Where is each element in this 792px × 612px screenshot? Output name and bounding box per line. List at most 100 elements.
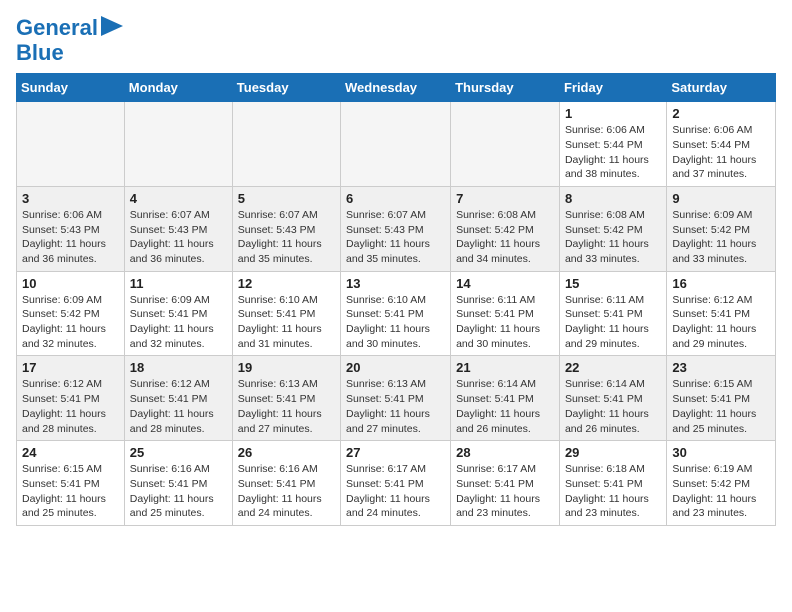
logo: General Blue	[16, 16, 123, 65]
calendar-day-cell: 26 Sunrise: 6:16 AM Sunset: 5:41 PM Dayli…	[232, 441, 340, 526]
day-info: Sunrise: 6:18 AM Sunset: 5:41 PM Dayligh…	[565, 462, 661, 521]
calendar-day-cell: 21 Sunrise: 6:14 AM Sunset: 5:41 PM Dayli…	[451, 356, 560, 441]
day-info: Sunrise: 6:15 AM Sunset: 5:41 PM Dayligh…	[672, 377, 770, 436]
day-number: 11	[130, 276, 227, 291]
calendar-day-cell	[124, 102, 232, 187]
day-number: 3	[22, 191, 119, 206]
day-info: Sunrise: 6:11 AM Sunset: 5:41 PM Dayligh…	[456, 293, 554, 352]
day-info: Sunrise: 6:09 AM Sunset: 5:42 PM Dayligh…	[22, 293, 119, 352]
day-info: Sunrise: 6:06 AM Sunset: 5:43 PM Dayligh…	[22, 208, 119, 267]
calendar-day-cell: 30 Sunrise: 6:19 AM Sunset: 5:42 PM Dayli…	[667, 441, 776, 526]
day-number: 1	[565, 106, 661, 121]
logo-arrow-icon	[101, 16, 123, 36]
calendar-day-cell: 25 Sunrise: 6:16 AM Sunset: 5:41 PM Dayli…	[124, 441, 232, 526]
day-info: Sunrise: 6:06 AM Sunset: 5:44 PM Dayligh…	[672, 123, 770, 182]
calendar-day-cell	[451, 102, 560, 187]
day-number: 16	[672, 276, 770, 291]
day-info: Sunrise: 6:13 AM Sunset: 5:41 PM Dayligh…	[238, 377, 335, 436]
day-info: Sunrise: 6:14 AM Sunset: 5:41 PM Dayligh…	[456, 377, 554, 436]
day-number: 18	[130, 360, 227, 375]
calendar-day-cell: 18 Sunrise: 6:12 AM Sunset: 5:41 PM Dayli…	[124, 356, 232, 441]
calendar-day-cell: 12 Sunrise: 6:10 AM Sunset: 5:41 PM Dayli…	[232, 271, 340, 356]
weekday-header: Saturday	[667, 74, 776, 102]
day-number: 28	[456, 445, 554, 460]
day-number: 6	[346, 191, 445, 206]
day-number: 17	[22, 360, 119, 375]
day-info: Sunrise: 6:16 AM Sunset: 5:41 PM Dayligh…	[130, 462, 227, 521]
day-number: 29	[565, 445, 661, 460]
calendar-day-cell: 5Sunrise: 6:07 AM Sunset: 5:43 PM Daylig…	[232, 186, 340, 271]
day-number: 30	[672, 445, 770, 460]
calendar-day-cell	[17, 102, 125, 187]
day-info: Sunrise: 6:08 AM Sunset: 5:42 PM Dayligh…	[456, 208, 554, 267]
calendar-day-cell: 1 Sunrise: 6:06 AM Sunset: 5:44 PM Daylig…	[559, 102, 666, 187]
day-info: Sunrise: 6:12 AM Sunset: 5:41 PM Dayligh…	[672, 293, 770, 352]
day-number: 14	[456, 276, 554, 291]
calendar-day-cell: 7 Sunrise: 6:08 AM Sunset: 5:42 PM Daylig…	[451, 186, 560, 271]
day-info: Sunrise: 6:11 AM Sunset: 5:41 PM Dayligh…	[565, 293, 661, 352]
day-info: Sunrise: 6:06 AM Sunset: 5:44 PM Dayligh…	[565, 123, 661, 182]
calendar-day-cell: 4Sunrise: 6:07 AM Sunset: 5:43 PM Daylig…	[124, 186, 232, 271]
calendar-day-cell: 17 Sunrise: 6:12 AM Sunset: 5:41 PM Dayli…	[17, 356, 125, 441]
day-number: 5	[238, 191, 335, 206]
logo-general: General	[16, 16, 98, 40]
calendar-day-cell: 22 Sunrise: 6:14 AM Sunset: 5:41 PM Dayli…	[559, 356, 666, 441]
calendar-table: SundayMondayTuesdayWednesdayThursdayFrid…	[16, 73, 776, 526]
day-info: Sunrise: 6:08 AM Sunset: 5:42 PM Dayligh…	[565, 208, 661, 267]
day-info: Sunrise: 6:16 AM Sunset: 5:41 PM Dayligh…	[238, 462, 335, 521]
calendar-day-cell: 11 Sunrise: 6:09 AM Sunset: 5:41 PM Dayli…	[124, 271, 232, 356]
calendar-day-cell: 2 Sunrise: 6:06 AM Sunset: 5:44 PM Daylig…	[667, 102, 776, 187]
calendar-day-cell: 3 Sunrise: 6:06 AM Sunset: 5:43 PM Daylig…	[17, 186, 125, 271]
calendar-day-cell: 16 Sunrise: 6:12 AM Sunset: 5:41 PM Dayli…	[667, 271, 776, 356]
day-number: 20	[346, 360, 445, 375]
calendar-day-cell: 10 Sunrise: 6:09 AM Sunset: 5:42 PM Dayli…	[17, 271, 125, 356]
day-number: 9	[672, 191, 770, 206]
calendar-day-cell: 20 Sunrise: 6:13 AM Sunset: 5:41 PM Dayli…	[341, 356, 451, 441]
calendar-week-row: 1 Sunrise: 6:06 AM Sunset: 5:44 PM Daylig…	[17, 102, 776, 187]
day-info: Sunrise: 6:15 AM Sunset: 5:41 PM Dayligh…	[22, 462, 119, 521]
calendar-week-row: 3 Sunrise: 6:06 AM Sunset: 5:43 PM Daylig…	[17, 186, 776, 271]
day-info: Sunrise: 6:14 AM Sunset: 5:41 PM Dayligh…	[565, 377, 661, 436]
day-info: Sunrise: 6:17 AM Sunset: 5:41 PM Dayligh…	[346, 462, 445, 521]
day-number: 2	[672, 106, 770, 121]
day-info: Sunrise: 6:12 AM Sunset: 5:41 PM Dayligh…	[130, 377, 227, 436]
day-info: Sunrise: 6:17 AM Sunset: 5:41 PM Dayligh…	[456, 462, 554, 521]
day-info: Sunrise: 6:12 AM Sunset: 5:41 PM Dayligh…	[22, 377, 119, 436]
day-info: Sunrise: 6:09 AM Sunset: 5:42 PM Dayligh…	[672, 208, 770, 267]
day-info: Sunrise: 6:07 AM Sunset: 5:43 PM Dayligh…	[130, 208, 227, 267]
day-info: Sunrise: 6:09 AM Sunset: 5:41 PM Dayligh…	[130, 293, 227, 352]
day-info: Sunrise: 6:10 AM Sunset: 5:41 PM Dayligh…	[238, 293, 335, 352]
calendar-week-row: 10 Sunrise: 6:09 AM Sunset: 5:42 PM Dayli…	[17, 271, 776, 356]
calendar-day-cell	[341, 102, 451, 187]
page-header: General Blue	[16, 16, 776, 65]
day-info: Sunrise: 6:13 AM Sunset: 5:41 PM Dayligh…	[346, 377, 445, 436]
day-number: 24	[22, 445, 119, 460]
calendar-day-cell	[232, 102, 340, 187]
day-number: 23	[672, 360, 770, 375]
weekday-header: Friday	[559, 74, 666, 102]
calendar-day-cell: 8 Sunrise: 6:08 AM Sunset: 5:42 PM Daylig…	[559, 186, 666, 271]
day-number: 22	[565, 360, 661, 375]
day-number: 10	[22, 276, 119, 291]
day-number: 25	[130, 445, 227, 460]
day-number: 12	[238, 276, 335, 291]
calendar-day-cell: 13Sunrise: 6:10 AM Sunset: 5:41 PM Dayli…	[341, 271, 451, 356]
weekday-header: Monday	[124, 74, 232, 102]
day-info: Sunrise: 6:19 AM Sunset: 5:42 PM Dayligh…	[672, 462, 770, 521]
calendar-week-row: 24 Sunrise: 6:15 AM Sunset: 5:41 PM Dayli…	[17, 441, 776, 526]
weekday-header-row: SundayMondayTuesdayWednesdayThursdayFrid…	[17, 74, 776, 102]
calendar-day-cell: 23 Sunrise: 6:15 AM Sunset: 5:41 PM Dayli…	[667, 356, 776, 441]
weekday-header: Sunday	[17, 74, 125, 102]
day-number: 27	[346, 445, 445, 460]
day-number: 13	[346, 276, 445, 291]
calendar-day-cell: 28 Sunrise: 6:17 AM Sunset: 5:41 PM Dayli…	[451, 441, 560, 526]
weekday-header: Thursday	[451, 74, 560, 102]
day-number: 7	[456, 191, 554, 206]
calendar-week-row: 17 Sunrise: 6:12 AM Sunset: 5:41 PM Dayli…	[17, 356, 776, 441]
calendar-day-cell: 14 Sunrise: 6:11 AM Sunset: 5:41 PM Dayli…	[451, 271, 560, 356]
day-number: 26	[238, 445, 335, 460]
day-number: 8	[565, 191, 661, 206]
calendar-day-cell: 29 Sunrise: 6:18 AM Sunset: 5:41 PM Dayli…	[559, 441, 666, 526]
calendar-day-cell: 19Sunrise: 6:13 AM Sunset: 5:41 PM Dayli…	[232, 356, 340, 441]
day-number: 21	[456, 360, 554, 375]
